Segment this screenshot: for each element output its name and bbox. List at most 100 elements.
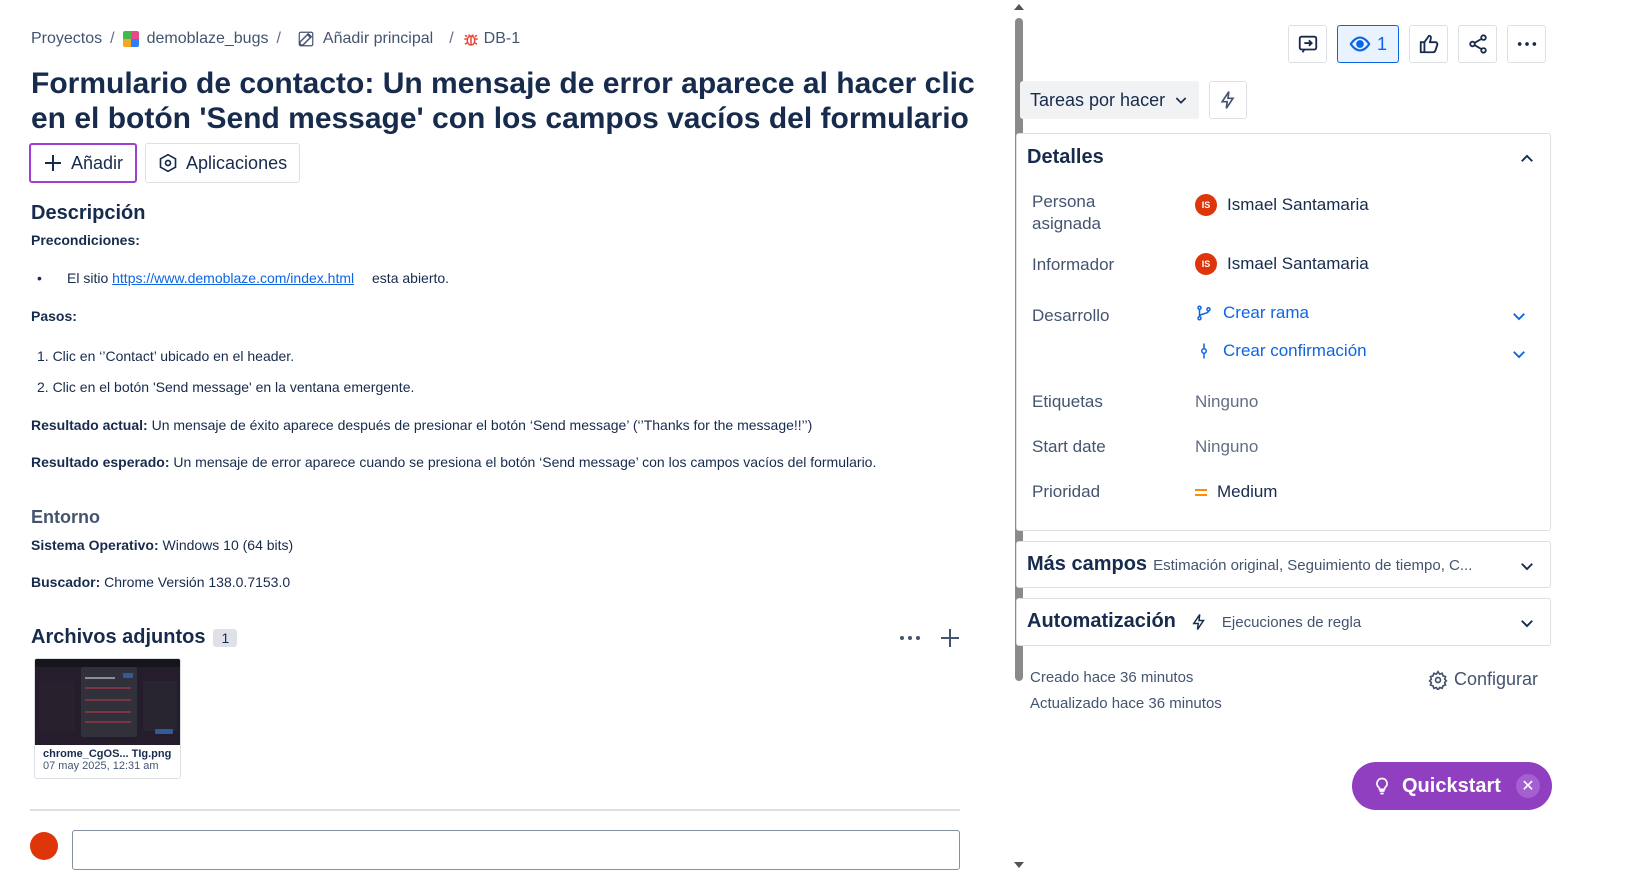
avatar: [30, 832, 58, 860]
feedback-button[interactable]: [1288, 25, 1327, 63]
issue-title[interactable]: Formulario de contacto: Un mensaje de er…: [31, 66, 991, 136]
breadcrumb: Proyectos / demoblaze_bugs / Añadir prin…: [31, 30, 520, 48]
configure-button[interactable]: Configurar: [1428, 669, 1538, 690]
environment-browser[interactable]: Buscador: Chrome Versión 138.0.7153.0: [31, 574, 290, 590]
priority-medium-icon: [1195, 488, 1207, 496]
avatar: IS: [1195, 194, 1217, 216]
thumbs-up-icon: [1419, 34, 1438, 54]
edit-icon: [298, 31, 314, 47]
attachments-count-badge: 1: [213, 628, 238, 647]
actual-result-label: Resultado actual:: [31, 417, 148, 433]
details-heading[interactable]: Detalles: [1027, 146, 1104, 169]
add-parent-label: Añadir principal: [322, 30, 434, 47]
avatar: IS: [1195, 253, 1217, 275]
attachment-card[interactable]: chrome_CgOS... TIg.png 07 may 2025, 12:3…: [34, 658, 181, 779]
more-options-icon[interactable]: [898, 626, 922, 650]
reporter-name: Ismael Santamaria: [1227, 254, 1369, 273]
feedback-icon: [1298, 35, 1317, 53]
more-fields-title: Más campos: [1027, 553, 1148, 575]
create-branch-button[interactable]: Crear rama: [1195, 303, 1309, 323]
issue-toolbar: 1: [1288, 25, 1546, 63]
breadcrumb-project[interactable]: demoblaze_bugs: [122, 30, 268, 48]
bug-icon: [463, 34, 478, 46]
environment-os[interactable]: Sistema Operativo: Windows 10 (64 bits): [31, 537, 293, 553]
share-icon: [1468, 34, 1487, 54]
more-actions-button[interactable]: [1507, 25, 1546, 63]
branch-icon: [1197, 305, 1211, 321]
close-icon[interactable]: ✕: [1516, 774, 1540, 798]
reporter-label: Informador: [1032, 255, 1115, 274]
comment-input[interactable]: [72, 830, 960, 870]
demoblaze-link[interactable]: https://www.demoblaze.com/index.html: [112, 270, 354, 286]
eye-icon: [1349, 36, 1371, 52]
reporter-field[interactable]: IS Ismael Santamaria: [1195, 253, 1369, 275]
chevron-down-icon[interactable]: [1510, 307, 1528, 325]
chevron-down-icon: [1521, 620, 1533, 628]
description-heading: Descripción: [31, 202, 146, 224]
lightning-icon: [1220, 91, 1235, 109]
watch-count: 1: [1376, 33, 1387, 54]
attachments-heading: Archivos adjuntos 1: [31, 626, 238, 649]
browser-label: Buscador:: [31, 574, 101, 590]
gear-icon: [1428, 669, 1448, 690]
start-date-label: Start date: [1032, 437, 1106, 456]
assignee-field[interactable]: IS Ismael Santamaria: [1195, 194, 1369, 216]
expected-result-label: Resultado esperado:: [31, 454, 170, 470]
chevron-up-icon[interactable]: [1518, 150, 1536, 168]
step-item: 2. Clic en el botón 'Send message' en la…: [37, 379, 415, 395]
breadcrumb-projects[interactable]: Proyectos: [31, 30, 102, 48]
priority-value: Medium: [1217, 482, 1278, 501]
steps-label: Pasos:: [31, 308, 77, 324]
apps-button-label: Aplicaciones: [186, 152, 288, 173]
bullet-prefix: El sitio: [67, 270, 113, 286]
attachments-title: Archivos adjuntos: [31, 626, 206, 648]
add-button[interactable]: Añadir: [29, 143, 138, 183]
list-item: El sitio https://www.demoblaze.com/index…: [37, 270, 449, 286]
attachment-thumbnail: [35, 659, 180, 745]
breadcrumb-separator: /: [449, 30, 454, 47]
breadcrumb-issue-key[interactable]: DB-1: [462, 30, 520, 48]
automation-actions-button[interactable]: [1209, 81, 1247, 119]
labels-label: Etiquetas: [1032, 392, 1103, 411]
step-item: 1. Clic en ‘’Contact’ ubicado en el head…: [37, 348, 295, 364]
labels-field[interactable]: Ninguno: [1195, 392, 1258, 412]
add-attachment-icon[interactable]: [938, 626, 962, 650]
apps-icon: [159, 153, 177, 173]
quickstart-button[interactable]: Quickstart ✕: [1352, 762, 1552, 810]
add-button-label: Añadir: [71, 152, 124, 173]
automation-panel[interactable]: Automatización Ejecuciones de regla: [1016, 598, 1551, 646]
chevron-down-icon: [1175, 97, 1187, 104]
add-parent-button[interactable]: Añadir principal: [297, 30, 433, 48]
assignee-name: Ismael Santamaria: [1227, 195, 1369, 214]
details-panel: Detalles Persona asignada IS Ismael Sant…: [1016, 133, 1551, 531]
like-button[interactable]: [1409, 25, 1448, 63]
attachment-date: 07 may 2025, 12:31 am: [43, 760, 159, 772]
priority-field[interactable]: Medium: [1195, 482, 1277, 502]
status-label: Tareas por hacer: [1030, 89, 1166, 110]
create-commit-button[interactable]: Crear confirmación: [1195, 341, 1367, 361]
chevron-down-icon[interactable]: [1510, 345, 1528, 363]
issue-main-panel: Proyectos / demoblaze_bugs / Añadir prin…: [0, 0, 1012, 872]
os-value: Windows 10 (64 bits): [158, 537, 294, 553]
issue-sidebar: 1 Tareas por hacer Detalles Persona asig…: [1016, 0, 1632, 872]
apps-button[interactable]: Aplicaciones: [145, 143, 301, 183]
actual-result-text: Un mensaje de éxito aparece después de p…: [147, 417, 813, 433]
breadcrumb-separator: /: [276, 30, 281, 47]
quickstart-label: Quickstart: [1402, 774, 1501, 797]
start-date-field[interactable]: Ninguno: [1195, 437, 1258, 457]
commit-icon: [1201, 343, 1207, 359]
issue-action-buttons: Añadir Aplicaciones: [29, 143, 301, 183]
status-dropdown[interactable]: Tareas por hacer: [1020, 81, 1200, 119]
more-options-icon: [1517, 42, 1536, 46]
automation-subtitle: Ejecuciones de regla: [1221, 614, 1362, 631]
watch-button[interactable]: 1: [1337, 25, 1399, 63]
development-label: Desarrollo: [1032, 306, 1110, 325]
breadcrumb-separator: /: [110, 30, 115, 47]
create-commit-label: Crear confirmación: [1223, 341, 1367, 360]
more-fields-subtitle: Estimación original, Seguimiento de tiem…: [1153, 557, 1473, 574]
plus-icon: [45, 155, 61, 171]
attachments-tools: [898, 626, 962, 650]
chevron-down-icon: [1521, 563, 1533, 571]
more-fields-panel[interactable]: Más campos Estimación original, Seguimie…: [1016, 541, 1551, 588]
share-button[interactable]: [1458, 25, 1497, 63]
